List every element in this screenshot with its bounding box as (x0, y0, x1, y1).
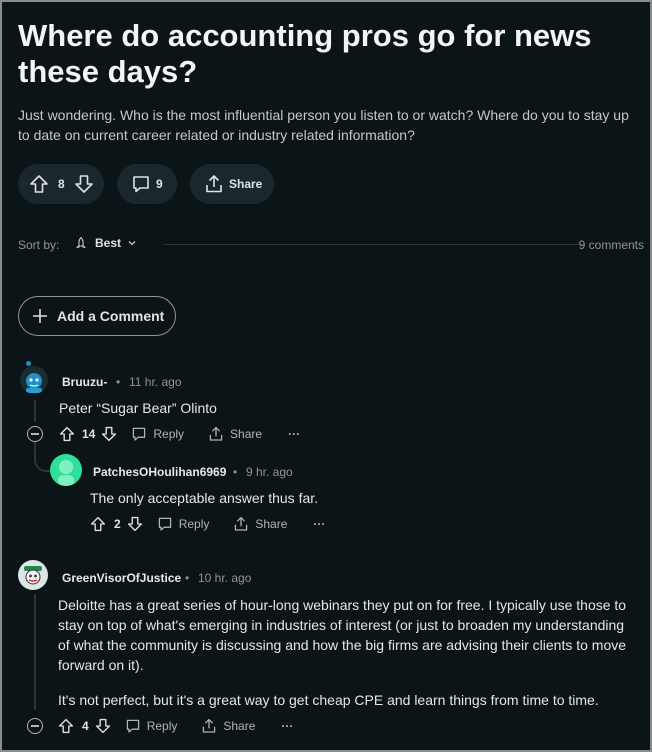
comment-author[interactable]: GreenVisorOfJustice (62, 571, 181, 585)
comment-actions: 2 Reply Share ··· (90, 514, 325, 534)
share-label: Share (255, 517, 288, 531)
downvote-icon[interactable] (101, 426, 117, 442)
downvote-icon[interactable] (95, 718, 111, 734)
post-share-label: Share (229, 177, 263, 191)
comment-time: 11 hr. ago (129, 375, 182, 389)
comment-vote-count: 2 (114, 517, 121, 531)
sort-bar: Sort by: Best 9 comments (18, 236, 644, 254)
post-comment-count: 9 (156, 177, 163, 191)
comment-icon (133, 427, 146, 441)
more-options-icon[interactable]: ··· (288, 427, 300, 441)
comment-text: Peter “Sugar Bear” Olinto (59, 400, 217, 416)
comment-author[interactable]: Bruuzu- (62, 375, 107, 389)
share-button[interactable]: Share (201, 718, 255, 734)
upvote-icon[interactable] (29, 174, 49, 194)
avatar (20, 366, 48, 394)
comment-text: Deloitte has a great series of hour-long… (58, 597, 627, 673)
plus-icon (33, 309, 47, 323)
online-dot (26, 361, 31, 366)
rocket-icon (76, 236, 86, 249)
more-options-icon[interactable]: ··· (313, 517, 325, 531)
downvote-icon[interactable] (74, 174, 94, 194)
post-vote-count: 8 (58, 177, 65, 191)
comment-text: The only acceptable answer thus far. (90, 490, 319, 506)
share-label: Share (230, 427, 263, 441)
comment-actions: 4 Reply Share ··· (58, 716, 293, 736)
comment-separator: • (185, 571, 190, 585)
avatar (18, 560, 48, 590)
comment-actions: 14 Reply Share ··· (59, 424, 300, 444)
comment-icon (131, 174, 151, 194)
comment-icon (126, 719, 139, 733)
thread-line (34, 400, 36, 422)
share-icon (204, 174, 224, 194)
reply-button[interactable]: Reply (131, 426, 184, 442)
collapse-thread-icon[interactable] (27, 718, 43, 734)
share-button[interactable]: Share (208, 426, 262, 442)
sort-label: Sort by: (18, 238, 60, 252)
upvote-icon[interactable] (90, 516, 106, 532)
comment-time: 9 hr. ago (246, 465, 293, 479)
share-icon (203, 718, 216, 733)
share-icon (209, 426, 223, 441)
add-comment-button[interactable]: Add a Comment (18, 296, 176, 336)
post-body: Just wondering. Who is the most influent… (18, 107, 629, 143)
comment-vote-count: 4 (82, 719, 89, 733)
post-vote-pill: 8 (18, 164, 104, 204)
reply-label: Reply (153, 427, 185, 441)
thread-line (34, 594, 36, 710)
comment-icon (158, 517, 171, 531)
comment-separator: • (116, 375, 121, 389)
comment-author[interactable]: PatchesOHoulihan6969 (93, 465, 226, 479)
chevron-down-icon (128, 241, 136, 246)
avatar (50, 454, 82, 486)
reply-label: Reply (178, 517, 210, 531)
reply-label: Reply (146, 719, 178, 733)
sort-divider (163, 244, 583, 245)
reply-button[interactable]: Reply (125, 718, 178, 734)
post-share-button[interactable]: Share (190, 164, 274, 204)
comment-vote-count: 14 (82, 427, 96, 441)
add-comment-label: Add a Comment (57, 308, 165, 324)
share-button[interactable]: Share (233, 516, 287, 532)
downvote-icon[interactable] (127, 516, 143, 532)
comment-time: 10 hr. ago (198, 571, 252, 585)
post-comments-button[interactable]: 9 (117, 164, 177, 204)
reply-button[interactable]: Reply (157, 516, 210, 532)
upvote-icon[interactable] (58, 718, 74, 734)
comment-separator: • (233, 465, 238, 479)
comments-total: 9 comments (578, 238, 644, 252)
share-label: Share (223, 719, 256, 733)
sort-dropdown[interactable]: Best (74, 236, 137, 250)
upvote-icon[interactable] (59, 426, 75, 442)
post-title: Where do accounting pros go for news the… (18, 18, 592, 89)
more-options-icon[interactable]: ··· (281, 719, 293, 733)
sort-value: Best (95, 236, 122, 250)
collapse-thread-icon[interactable] (27, 426, 43, 442)
comment-text: It's not perfect, but it's a great way t… (58, 692, 599, 708)
share-icon (235, 516, 248, 531)
